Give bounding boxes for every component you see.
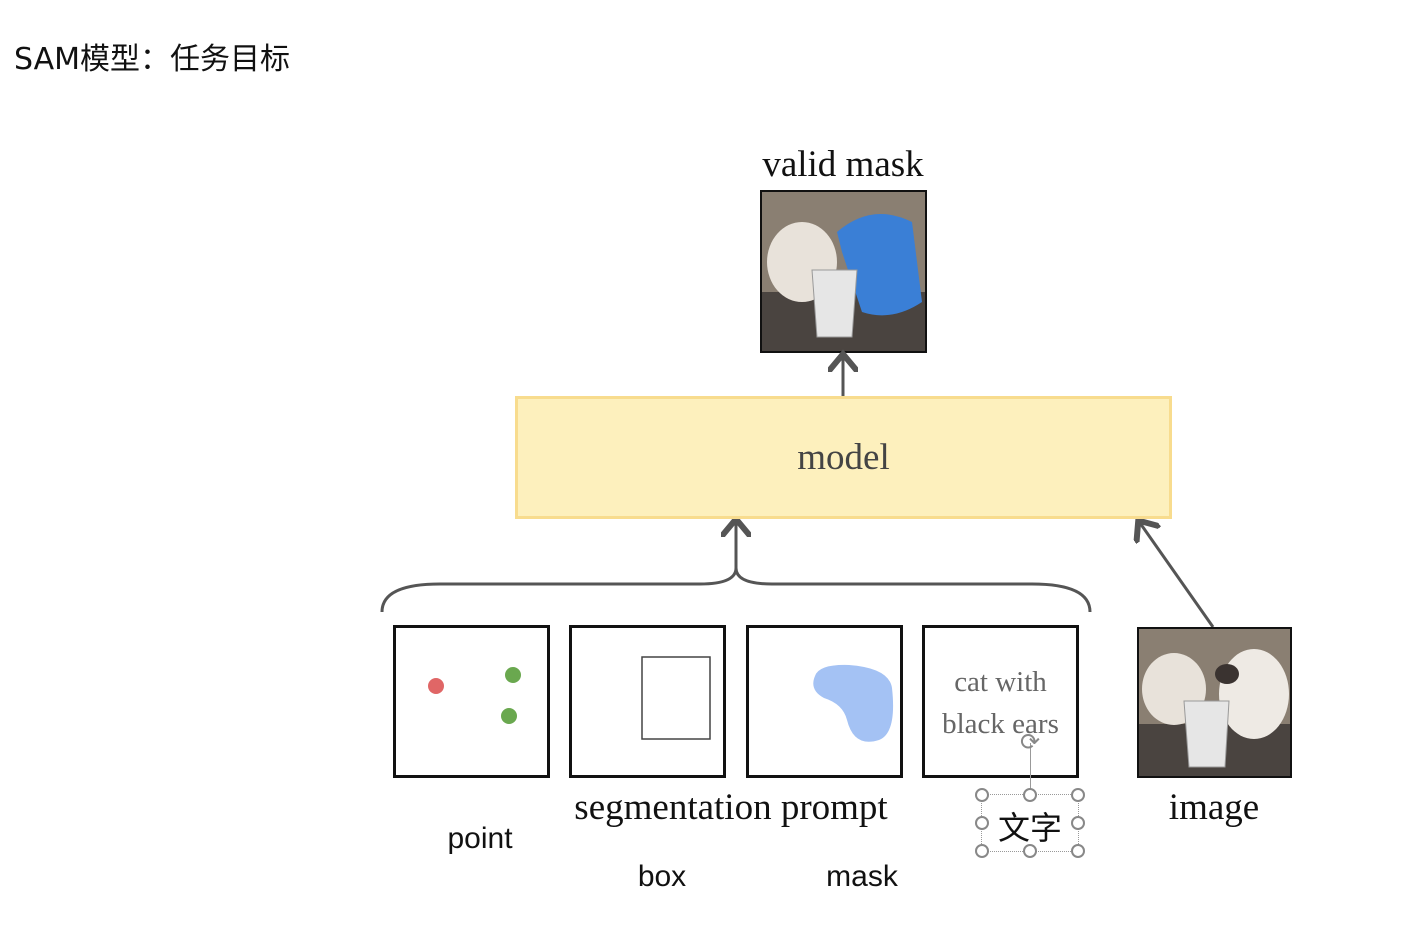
resize-handle[interactable]: [975, 816, 989, 830]
resize-handle[interactable]: [1023, 788, 1037, 802]
point-green: [501, 708, 517, 724]
model-label: model: [797, 437, 890, 478]
point-prompt-box: [393, 625, 550, 778]
selected-text-box[interactable]: ⟳ 文字: [975, 729, 1085, 858]
text-prompt-box: cat with black ears: [922, 625, 1079, 778]
resize-handle[interactable]: [1071, 788, 1085, 802]
resize-handle[interactable]: [1071, 816, 1085, 830]
resize-handle[interactable]: [975, 788, 989, 802]
point-green: [505, 667, 521, 683]
text-annotation[interactable]: 文字: [982, 803, 1078, 849]
resize-handle[interactable]: [1071, 844, 1085, 858]
rotate-handle-icon[interactable]: ⟳: [1017, 729, 1043, 755]
mask-shape: [813, 664, 894, 742]
point-annotation[interactable]: point: [447, 822, 512, 856]
arrow-image-to-model: [1140, 523, 1215, 628]
segmentation-prompt-label: segmentation prompt: [574, 787, 888, 828]
box-annotation[interactable]: box: [638, 860, 686, 894]
mask-prompt-box: [746, 625, 903, 778]
input-image: [1137, 627, 1292, 778]
box-prompt-box: [569, 625, 726, 778]
image-label: image: [1168, 787, 1260, 828]
prompt-brace: [380, 567, 1092, 613]
point-red: [428, 678, 444, 694]
bounding-box: [641, 656, 711, 740]
text-prompt-line1: cat with: [954, 666, 1047, 698]
text-prompt-line2: black ears: [942, 708, 1059, 740]
mask-annotation[interactable]: mask: [826, 860, 898, 894]
model-box: model: [515, 396, 1172, 519]
resize-handle[interactable]: [975, 844, 989, 858]
resize-handle[interactable]: [1023, 844, 1037, 858]
